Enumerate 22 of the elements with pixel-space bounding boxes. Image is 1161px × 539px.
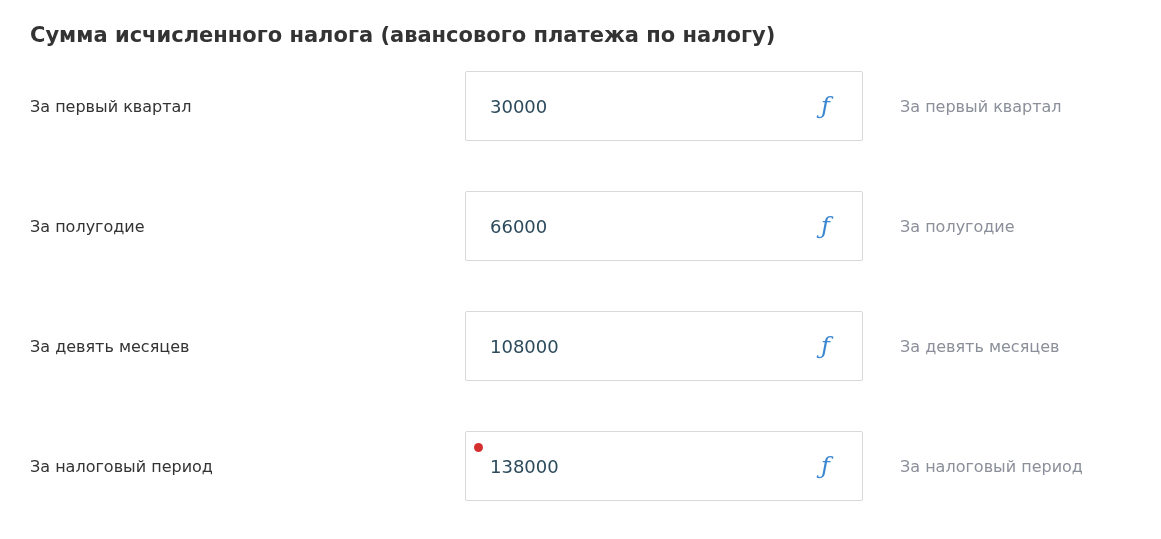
- input-field[interactable]: 66000 ƒ: [465, 191, 863, 261]
- input-field[interactable]: 30000 ƒ: [465, 71, 863, 141]
- error-dot: [474, 443, 483, 452]
- formula-icon[interactable]: ƒ: [817, 89, 834, 123]
- field-hint: За полугодие: [900, 216, 1015, 236]
- input-field[interactable]: 108000 ƒ: [465, 311, 863, 381]
- formula-icon[interactable]: ƒ: [817, 329, 834, 363]
- field-hint: За девять месяцев: [900, 336, 1060, 356]
- field-label: За первый квартал: [30, 96, 193, 116]
- field-value: 108000: [490, 335, 559, 357]
- field-label: За налоговый период: [30, 456, 214, 476]
- field-value: 30000: [490, 95, 548, 117]
- formula-icon[interactable]: ƒ: [817, 209, 834, 243]
- field-label: За девять месяцев: [30, 336, 191, 356]
- field-value: 138000: [490, 455, 559, 477]
- field-value: 66000: [490, 215, 548, 237]
- formula-icon[interactable]: ƒ: [817, 449, 834, 483]
- input-field[interactable]: 138000 ƒ: [465, 431, 863, 501]
- field-hint: За налоговый период: [900, 456, 1083, 476]
- field-label: За полугодие: [30, 216, 146, 236]
- section-title: Сумма исчисленного налога (авансового платежа по налогу): [30, 22, 777, 49]
- field-hint: За первый квартал: [900, 96, 1062, 116]
